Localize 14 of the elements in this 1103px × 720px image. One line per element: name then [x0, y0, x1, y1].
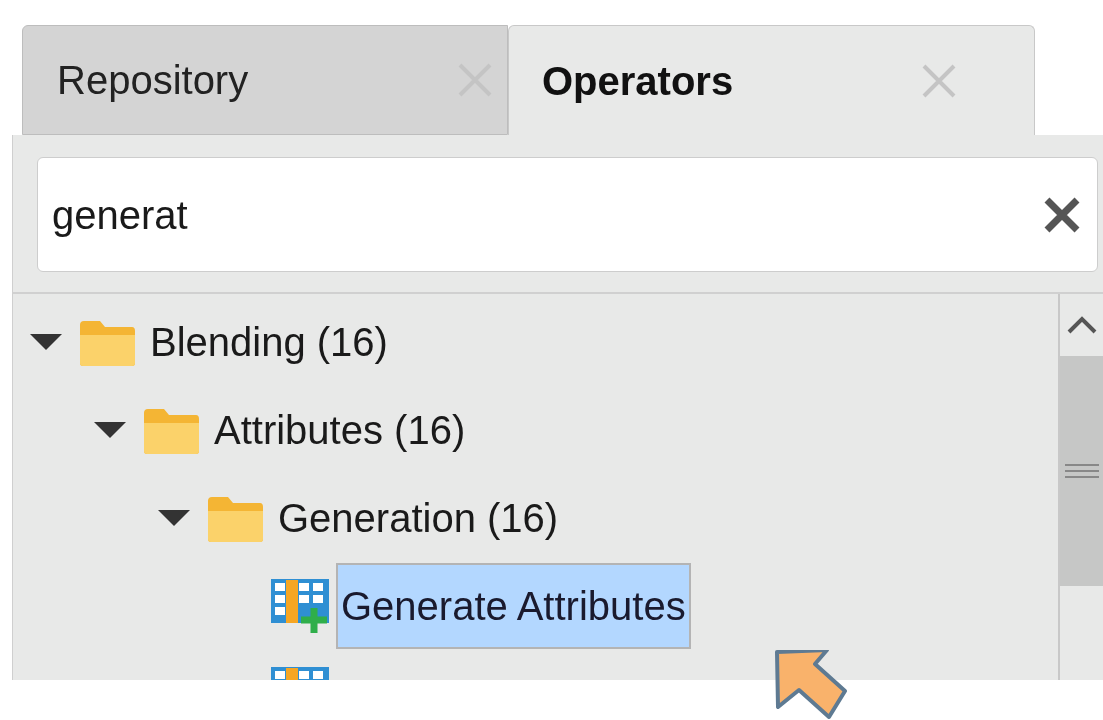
tree-item[interactable]: Attributes (16): [214, 400, 466, 460]
search-field[interactable]: generat: [37, 157, 1098, 272]
tree-item[interactable]: Generation (16): [278, 488, 559, 548]
table-add-icon: [270, 578, 332, 634]
scroll-thumb[interactable]: [1060, 356, 1103, 586]
tree-item[interactable]: Generate Attributes: [336, 563, 691, 649]
tab[interactable]: Operators: [508, 25, 1035, 135]
expand-arrow-icon[interactable]: [28, 332, 64, 352]
tab[interactable]: Repository: [22, 25, 508, 135]
scrollbar[interactable]: [1058, 294, 1103, 680]
cursor-icon: [772, 650, 848, 720]
expand-arrow-icon[interactable]: [156, 508, 192, 528]
tree-item[interactable]: Blending (16): [150, 312, 388, 372]
expand-arrow-icon[interactable]: [92, 420, 128, 440]
